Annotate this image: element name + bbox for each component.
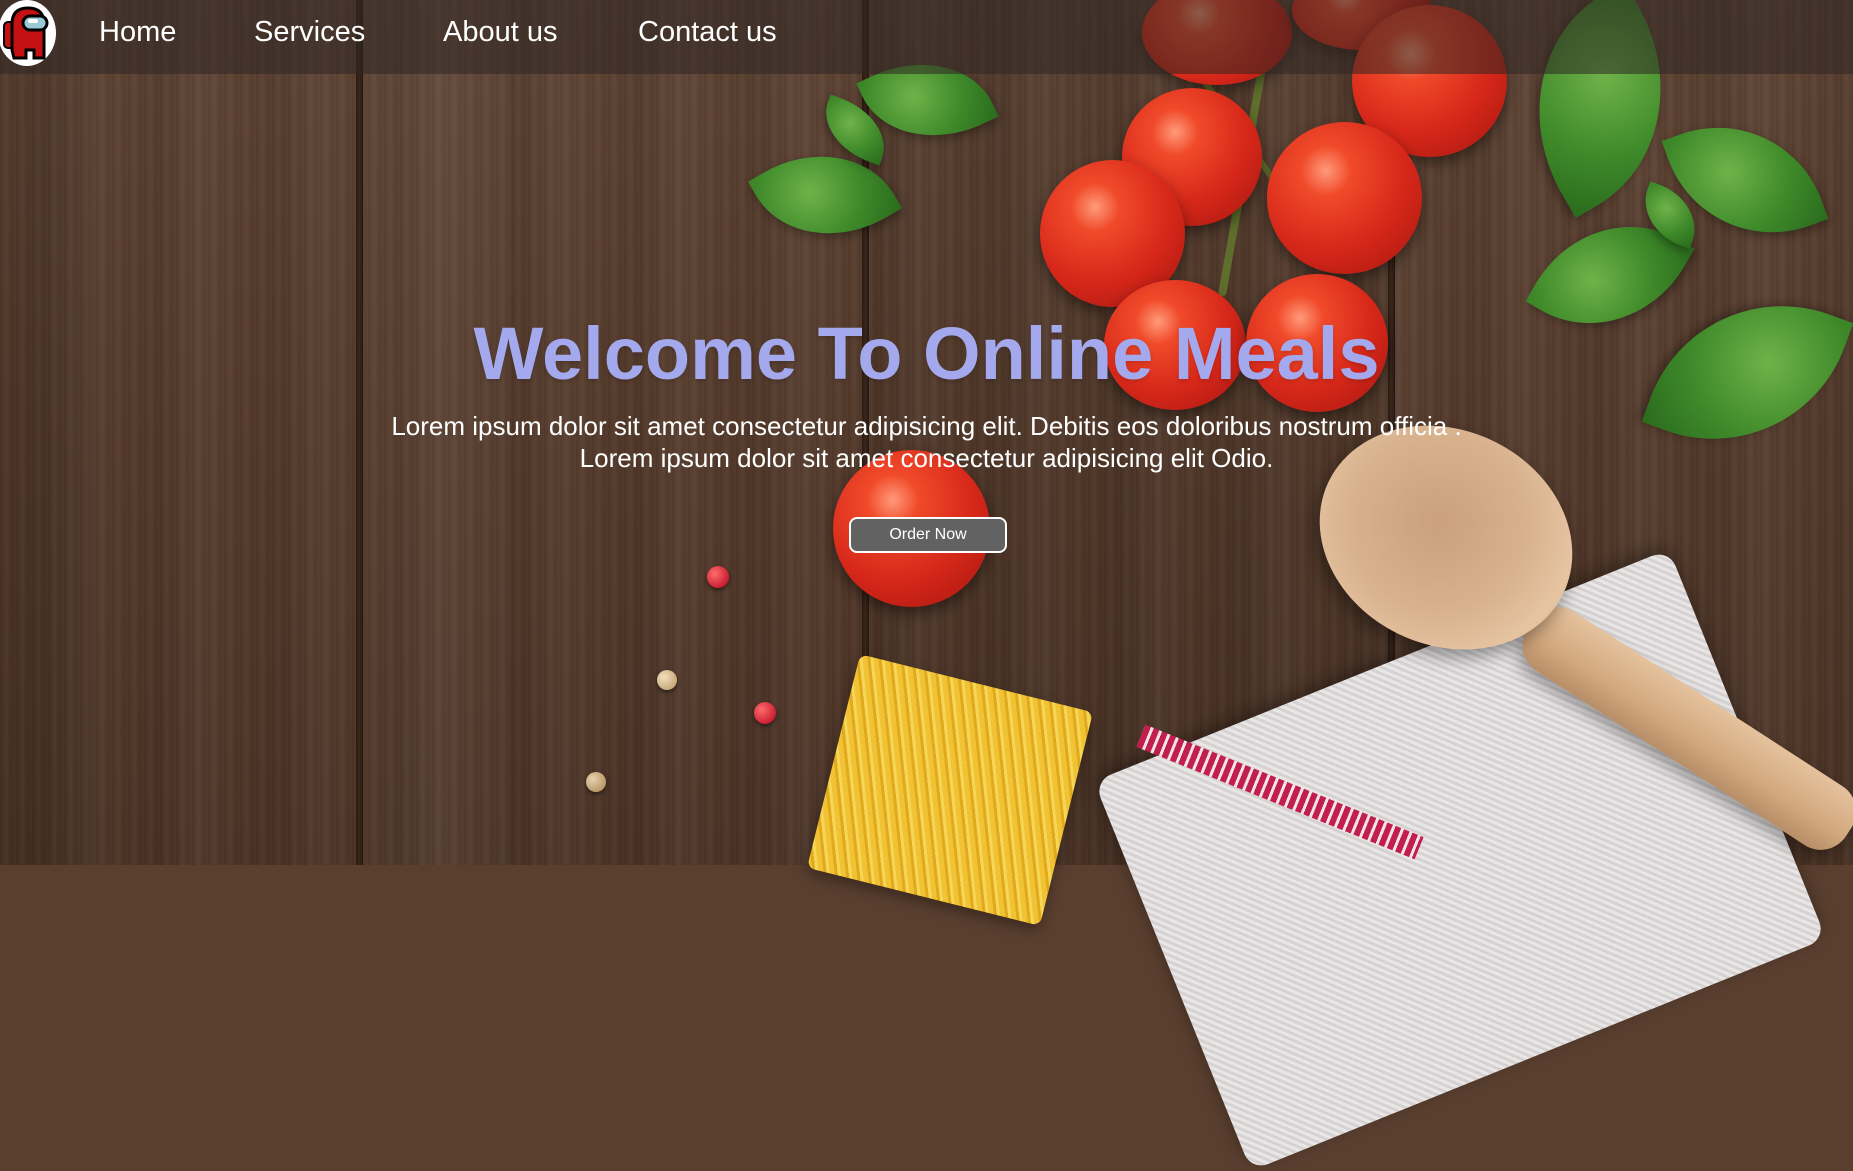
- hero-text: Lorem ipsum dolor sit amet consectetur a…: [0, 410, 1853, 474]
- nav-link-contact-us[interactable]: Contact us: [638, 16, 777, 49]
- tomato: [1267, 122, 1422, 274]
- order-now-button[interactable]: Order Now: [849, 517, 1007, 553]
- hero-title: Welcome To Online Meals: [473, 312, 1380, 395]
- nav-link-home[interactable]: Home: [99, 16, 176, 49]
- hero-text-line: Lorem ipsum dolor sit amet consectetur a…: [391, 411, 1462, 441]
- hero-text-line: Lorem ipsum dolor sit amet consectetur a…: [579, 443, 1274, 473]
- peppercorn: [707, 566, 729, 588]
- peppercorn: [657, 670, 677, 690]
- nav-link-services[interactable]: Services: [254, 16, 365, 49]
- navbar: Home Services About us Contact us: [0, 0, 1853, 74]
- crewmate-icon[interactable]: [0, 0, 56, 66]
- crewmate-icon-graphic: [3, 6, 49, 60]
- peppercorn: [586, 772, 606, 792]
- peppercorn: [754, 702, 776, 724]
- nav-link-about-us[interactable]: About us: [443, 16, 557, 49]
